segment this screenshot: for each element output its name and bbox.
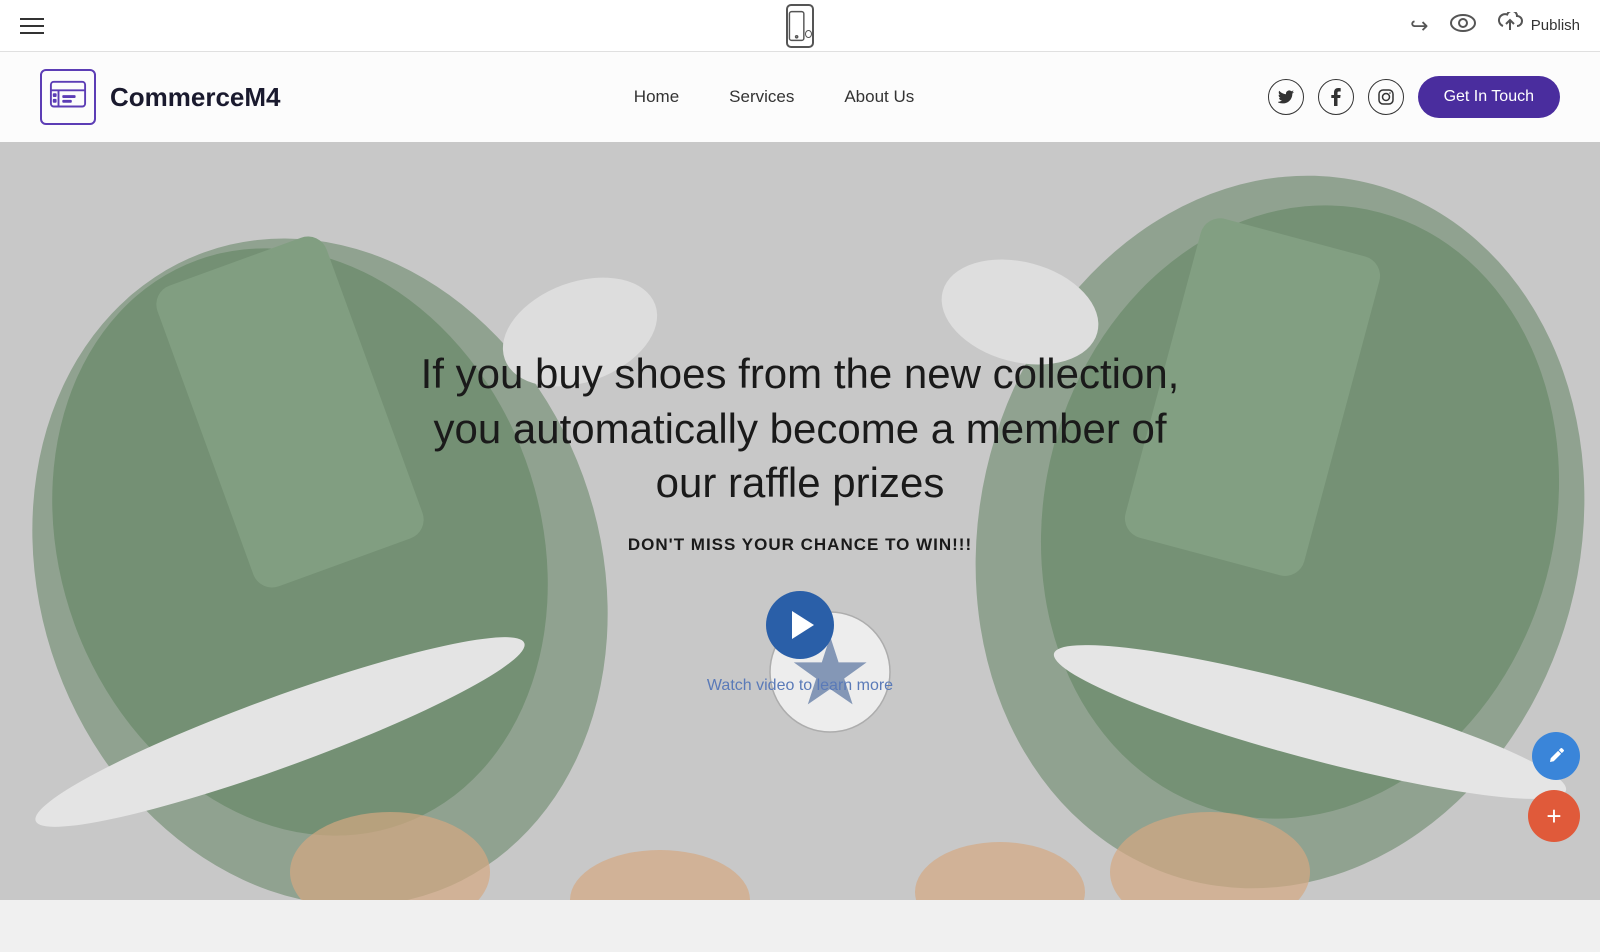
watch-video-link[interactable]: Watch video to learn more: [707, 677, 893, 695]
hero-content: If you buy shoes from the new collection…: [0, 52, 1600, 900]
hero-subheadline: DON'T MISS YOUR CHANCE TO WIN!!!: [628, 535, 972, 555]
instagram-social-button[interactable]: [1368, 79, 1404, 115]
nav-home[interactable]: Home: [634, 87, 679, 107]
nav-right: Get In Touch: [1268, 76, 1560, 118]
hamburger-menu-icon[interactable]: [20, 18, 44, 34]
toolbar-center: [786, 4, 814, 48]
undo-icon[interactable]: ↩: [1410, 13, 1428, 39]
site-logo-text: CommerceM4: [110, 82, 281, 113]
get-in-touch-button[interactable]: Get In Touch: [1418, 76, 1560, 118]
hero-headline: If you buy shoes from the new collection…: [410, 347, 1190, 511]
logo-icon: [40, 69, 96, 125]
cloud-upload-icon: [1497, 12, 1523, 40]
add-fab-button[interactable]: +: [1528, 790, 1580, 842]
facebook-social-button[interactable]: [1318, 79, 1354, 115]
edit-fab-button[interactable]: [1532, 732, 1580, 780]
twitter-social-button[interactable]: [1268, 79, 1304, 115]
top-toolbar: ↩ Publish: [0, 0, 1600, 52]
mobile-preview-icon[interactable]: [786, 4, 814, 48]
nav-services[interactable]: Services: [729, 87, 794, 107]
play-triangle-icon: [792, 611, 814, 639]
website-preview-area: CommerceM4 Home Services About Us: [0, 52, 1600, 900]
preview-eye-icon[interactable]: [1449, 13, 1477, 39]
publish-button[interactable]: Publish: [1497, 12, 1580, 40]
site-header: CommerceM4 Home Services About Us: [0, 52, 1600, 142]
toolbar-left: [20, 18, 44, 34]
play-video-button[interactable]: [766, 591, 834, 659]
toolbar-right: ↩ Publish: [1410, 12, 1580, 40]
publish-label: Publish: [1531, 17, 1580, 34]
site-nav: Home Services About Us: [634, 87, 914, 107]
nav-about-us[interactable]: About Us: [844, 87, 914, 107]
site-logo: CommerceM4: [40, 69, 281, 125]
